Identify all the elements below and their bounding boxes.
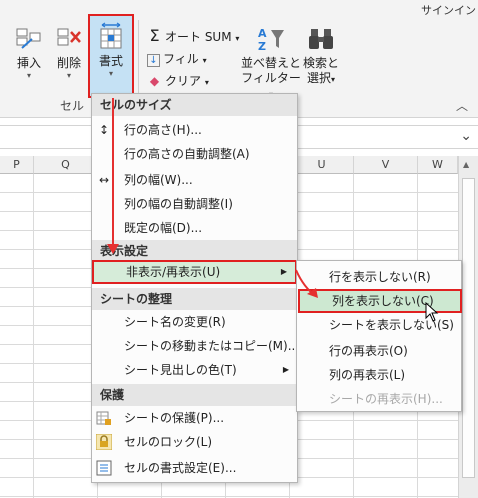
menu-item-label: 列を表示しない(C) [332, 294, 434, 308]
menu-item-label: シートの保護(P)... [124, 411, 225, 425]
menu-item-label: セルのロック(L) [124, 435, 213, 449]
chevron-down-icon: ▾ [26, 71, 31, 80]
annotation-arrow-line [112, 98, 114, 246]
insert-button[interactable]: 挿入 ▾ [12, 26, 46, 81]
menu-item-autofit-column[interactable]: 列の幅の自動調整(I) [92, 192, 297, 216]
autosum-button[interactable]: Σ オート SUM ▾ [147, 26, 239, 45]
menu-item-column-width[interactable]: ↔ 列の幅(W)... [92, 168, 297, 192]
delete-button[interactable]: 削除 ▾ [52, 26, 86, 81]
chevron-down-icon: ▾ [66, 71, 71, 80]
menu-item-label: 行の高さ(H)... [124, 123, 202, 137]
svg-text:A: A [258, 27, 267, 40]
mouse-cursor-icon [425, 302, 439, 322]
chevron-down-icon: ▾ [331, 75, 336, 84]
scroll-up-icon[interactable]: ▲ [463, 160, 469, 169]
delete-cells-icon [57, 28, 81, 46]
binoculars-icon [309, 29, 333, 49]
expand-formula-bar-icon[interactable]: ⌄ [460, 128, 472, 144]
column-header[interactable]: U [290, 156, 354, 174]
cells-group-label: セル [60, 99, 85, 113]
sheet-lock-icon [96, 411, 111, 425]
menu-item-label: シート名の変更(R) [124, 315, 226, 329]
menu-item-label: 行を表示しない(R) [329, 270, 431, 284]
section-header-organize: シートの整理 [92, 288, 297, 310]
grid-line [33, 174, 34, 498]
find-select-button[interactable]: 検索と 選択▾ [300, 26, 342, 87]
sort-filter-button[interactable]: A Z 並べ替えと フィルター▾ [240, 26, 302, 102]
fill-button[interactable]: ↓ フィル ▾ [147, 50, 207, 67]
menu-item-label: シートの移動またはコピー(M)... [124, 339, 300, 353]
menu-item-tab-color[interactable]: シート見出しの色(T) ▶ [92, 358, 297, 382]
eraser-icon: ◆ [149, 74, 160, 88]
menu-item-label: シートの再表示(H)... [329, 392, 443, 406]
find-label-1: 検索と [302, 56, 339, 70]
menu-item-autofit-row[interactable]: 行の高さの自動調整(A) [92, 142, 297, 166]
column-header[interactable]: W [418, 156, 458, 174]
chevron-down-icon: ▾ [204, 78, 209, 87]
submenu-item-unhide-rows[interactable]: 行の再表示(O) [297, 339, 461, 363]
row-height-icon: ↕ [98, 123, 110, 137]
submenu-arrow-icon: ▶ [282, 365, 289, 374]
menu-item-label: セルの書式設定(E)... [124, 461, 237, 475]
insert-label: 挿入 [16, 56, 41, 70]
format-button[interactable]: 書式 ▾ [88, 14, 134, 98]
insert-cells-icon [16, 28, 41, 49]
svg-text:Z: Z [258, 40, 266, 52]
submenu-item-unhide-sheet: シートの再表示(H)... [297, 387, 461, 411]
submenu-item-unhide-columns[interactable]: 列の再表示(L) [297, 363, 461, 387]
menu-item-label: 列の幅の自動調整(I) [124, 197, 233, 211]
menu-item-lock-cell[interactable]: セルのロック(L) [92, 430, 297, 454]
column-header[interactable]: Q [34, 156, 98, 174]
format-dropdown-menu: セルのサイズ ↕ 行の高さ(H)... 行の高さの自動調整(A) ↔ 列の幅(W… [91, 93, 300, 483]
padlock-icon [95, 433, 113, 451]
autosum-label: オート SUM [165, 30, 232, 44]
find-label-2: 選択 [306, 71, 331, 85]
sigma-icon: Σ [149, 26, 160, 45]
menu-item-label: 列の再表示(L) [329, 368, 406, 382]
clear-button[interactable]: ◆ クリア ▾ [147, 72, 209, 89]
annotation-arrow-head [107, 244, 119, 254]
scrollbar-thumb[interactable] [462, 178, 475, 478]
section-header-visibility: 表示設定 [92, 240, 297, 262]
format-cells-dialog-icon [96, 460, 112, 476]
format-dialog-icon [96, 460, 112, 476]
fill-down-icon: ↓ [147, 54, 160, 67]
section-header-cell-size: セルのサイズ [92, 94, 297, 116]
annotation-arrow-submenu [295, 269, 318, 298]
section-header-protection: 保護 [92, 384, 297, 406]
format-label: 書式 [98, 54, 123, 68]
submenu-arrow-icon: ▶ [280, 267, 287, 276]
menu-item-hide-unhide[interactable]: 非表示/再表示(U) ▶ [92, 260, 297, 284]
column-header[interactable]: P [0, 156, 34, 174]
collapse-ribbon-icon[interactable]: ︿ [456, 97, 468, 114]
menu-item-default-width[interactable]: 既定の幅(D)... [92, 216, 297, 240]
sort-label-2: フィルター [241, 71, 301, 85]
lock-icon [95, 433, 113, 451]
menu-item-rename-sheet[interactable]: シート名の変更(R) [92, 310, 297, 334]
sort-filter-icon: A Z [258, 27, 284, 52]
chevron-down-icon: ▾ [235, 34, 240, 43]
menu-item-move-copy-sheet[interactable]: シートの移動またはコピー(M)... [92, 334, 300, 358]
chevron-down-icon: ▾ [108, 69, 113, 78]
column-width-icon: ↔ [98, 173, 110, 187]
chevron-down-icon: ▾ [202, 56, 207, 65]
delete-label: 削除 [56, 56, 81, 70]
menu-item-protect-sheet[interactable]: シートの保護(P)... [92, 406, 297, 430]
format-cells-icon [100, 22, 122, 49]
menu-item-label: 行の再表示(O) [329, 344, 408, 358]
sort-label-1: 並べ替えと [240, 56, 301, 70]
menu-item-label: 既定の幅(D)... [124, 221, 203, 235]
column-header[interactable]: V [354, 156, 418, 174]
menu-item-label: 行の高さの自動調整(A) [124, 147, 250, 161]
menu-item-label: 非表示/再表示(U) [126, 265, 221, 279]
menu-item-format-cells[interactable]: セルの書式設定(E)... [92, 456, 297, 480]
signin-link[interactable]: サインイン [421, 2, 476, 18]
menu-item-label: シート見出しの色(T) [124, 363, 237, 377]
protect-sheet-icon [96, 410, 112, 426]
clear-label: クリア [165, 74, 202, 88]
fill-label: フィル [163, 52, 199, 66]
menu-item-row-height[interactable]: ↕ 行の高さ(H)... [92, 118, 297, 142]
menu-item-label: 列の幅(W)... [124, 173, 193, 187]
